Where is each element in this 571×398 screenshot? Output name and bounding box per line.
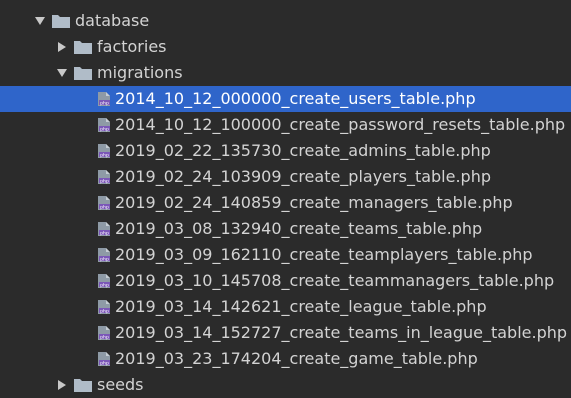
tree-file-item[interactable]: php 2019_02_24_140859_create_managers_tab… <box>0 190 571 216</box>
svg-text:php: php <box>100 282 109 288</box>
tree-item-label: 2019_03_10_145708_create_teammanagers_ta… <box>115 271 555 290</box>
chevron-down-icon[interactable] <box>34 15 46 27</box>
php-file-icon: php <box>96 195 112 211</box>
folder-icon <box>74 40 92 54</box>
php-file-icon: php <box>96 91 112 107</box>
chevron-right-icon[interactable] <box>56 379 68 391</box>
tree-item-label: factories <box>97 37 167 56</box>
php-file-icon: php <box>96 273 112 289</box>
folder-icon <box>74 378 92 392</box>
tree-item-label: 2019_03_09_162110_create_teamplayers_tab… <box>115 245 533 264</box>
tree-item-label: 2014_10_12_100000_create_password_resets… <box>115 115 566 134</box>
php-file-icon: php <box>96 351 112 367</box>
tree-item-label: database <box>75 11 150 30</box>
tree-item-label: 2019_02_24_140859_create_managers_table.… <box>115 193 513 212</box>
svg-text:php: php <box>100 204 109 210</box>
tree-item-label: 2019_03_08_132940_create_teams_table.php <box>115 219 483 238</box>
folder-icon <box>52 14 70 28</box>
tree-folder-seeds[interactable]: seeds <box>0 372 571 398</box>
svg-text:php: php <box>100 178 109 184</box>
tree-item-label: 2019_03_14_152727_create_teams_in_league… <box>115 323 568 342</box>
tree-folder-migrations[interactable]: migrations <box>0 60 571 86</box>
tree-item-label: 2019_03_14_142621_create_league_table.ph… <box>115 297 487 316</box>
svg-text:php: php <box>100 308 109 314</box>
tree-file-item[interactable]: php 2019_03_08_132940_create_teams_table.… <box>0 216 571 242</box>
tree-folder-database[interactable]: database <box>0 8 571 34</box>
folder-icon <box>74 66 92 80</box>
chevron-down-icon[interactable] <box>56 67 68 79</box>
tree-file-item[interactable]: php 2014_10_12_000000_create_users_table.… <box>0 86 571 112</box>
tree-file-item[interactable]: php 2019_03_09_162110_create_teamplayers_… <box>0 242 571 268</box>
php-file-icon: php <box>96 221 112 237</box>
tree-file-item[interactable]: php 2019_03_10_145708_create_teammanagers… <box>0 268 571 294</box>
chevron-right-icon[interactable] <box>56 41 68 53</box>
svg-text:php: php <box>100 230 109 236</box>
tree-item-label: 2019_02_24_103909_create_players_table.p… <box>115 167 491 186</box>
tree-folder-factories[interactable]: factories <box>0 34 571 60</box>
tree-item-label: 2014_10_12_000000_create_users_table.php <box>115 89 476 108</box>
svg-text:php: php <box>100 152 109 158</box>
project-tree: database factories migrations php 2014_10… <box>0 0 571 394</box>
tree-item-label: 2019_02_22_135730_create_admins_table.ph… <box>115 141 491 160</box>
php-file-icon: php <box>96 117 112 133</box>
tree-item-label: 2019_03_23_174204_create_game_table.php <box>115 349 478 368</box>
tree-item-label: migrations <box>97 63 183 82</box>
svg-text:php: php <box>100 334 109 340</box>
php-file-icon: php <box>96 325 112 341</box>
tree-file-item[interactable]: php 2019_02_24_103909_create_players_tabl… <box>0 164 571 190</box>
php-file-icon: php <box>96 247 112 263</box>
svg-text:php: php <box>100 256 109 262</box>
php-file-icon: php <box>96 299 112 315</box>
svg-text:php: php <box>100 360 109 366</box>
svg-text:php: php <box>100 126 109 132</box>
tree-file-item[interactable]: php 2019_03_14_142621_create_league_table… <box>0 294 571 320</box>
svg-text:php: php <box>100 100 109 106</box>
php-file-icon: php <box>96 143 112 159</box>
tree-file-item[interactable]: php 2019_02_22_135730_create_admins_table… <box>0 138 571 164</box>
tree-file-item[interactable]: php 2014_10_12_100000_create_password_res… <box>0 112 571 138</box>
tree-file-item[interactable]: php 2019_03_23_174204_create_game_table.p… <box>0 346 571 372</box>
php-file-icon: php <box>96 169 112 185</box>
tree-item-label: seeds <box>97 375 144 394</box>
tree-file-item[interactable]: php 2019_03_14_152727_create_teams_in_lea… <box>0 320 571 346</box>
